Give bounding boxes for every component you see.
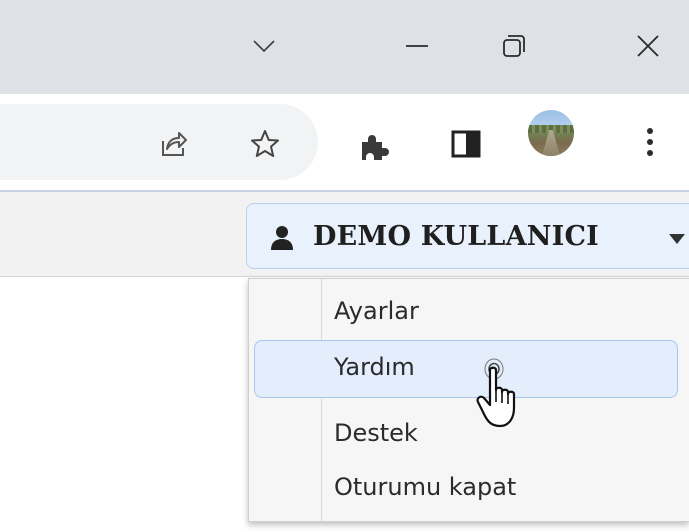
browser-toolbar (0, 94, 689, 192)
restore-icon[interactable] (490, 24, 538, 68)
user-icon (271, 226, 293, 250)
menu-item-help[interactable]: Yardım (334, 347, 415, 387)
minimize-icon[interactable] (393, 24, 441, 68)
menu-item-support[interactable]: Destek (334, 413, 418, 453)
hand-pointer-icon (476, 358, 516, 428)
profile-avatar[interactable] (528, 110, 574, 156)
puzzle-icon[interactable] (354, 126, 394, 166)
close-icon[interactable] (624, 24, 672, 68)
chevron-down-icon[interactable] (240, 24, 288, 68)
share-icon[interactable] (153, 124, 193, 164)
menu-item-logout[interactable]: Oturumu kapat (334, 467, 516, 507)
caret-down-icon[interactable] (668, 232, 686, 246)
side-panel-icon[interactable] (446, 124, 486, 164)
browser-titlebar (0, 0, 689, 94)
star-icon[interactable] (245, 124, 285, 164)
menu-item-settings[interactable]: Ayarlar (334, 291, 419, 331)
user-menu-label[interactable]: DEMO KULLANICI (313, 218, 599, 256)
menu-icon-gutter (321, 279, 322, 521)
menu-item-hover-highlight (254, 340, 678, 398)
more-vert-icon[interactable] (630, 122, 670, 162)
